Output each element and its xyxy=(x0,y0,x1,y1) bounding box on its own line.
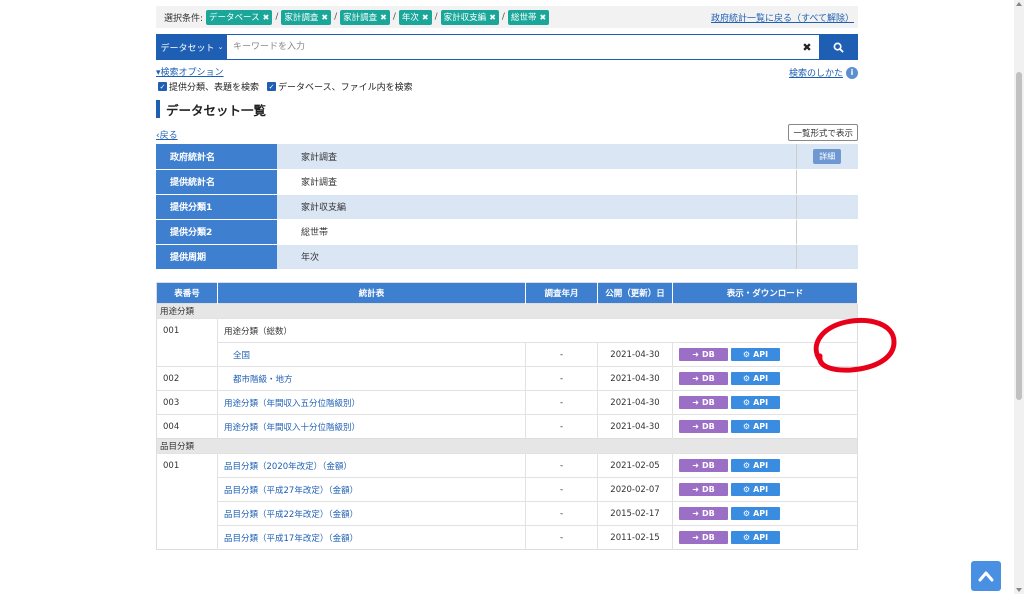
dataset-select[interactable]: データセット ⌄ xyxy=(157,35,227,59)
table-link[interactable]: 全国 xyxy=(233,351,250,361)
table-row: 品目分類（平成22年改定）（金額） - 2015-02-17 ➜ DB ⚙ API xyxy=(157,501,858,526)
db-button[interactable]: ➜ DB xyxy=(679,507,728,520)
arrow-right-icon: ➜ xyxy=(692,374,699,383)
gears-icon: ⚙ xyxy=(742,533,751,542)
table-link[interactable]: 品目分類（2020年改定）（金額） xyxy=(224,462,352,472)
db-button[interactable]: ➜ DB xyxy=(679,396,728,409)
close-icon[interactable]: ✖ xyxy=(489,13,496,22)
table-row: 品目分類（平成27年改定）（金額） - 2020-02-07 ➜ DB ⚙ API xyxy=(157,477,858,502)
info-row: 提供分類2 総世帯 xyxy=(156,219,858,245)
clear-icon[interactable]: ✖ xyxy=(795,35,819,59)
db-button[interactable]: ➜ DB xyxy=(679,348,728,361)
arrow-right-icon: ➜ xyxy=(692,350,699,359)
gears-icon: ⚙ xyxy=(742,422,751,431)
arrow-right-icon: ➜ xyxy=(692,461,699,470)
close-icon[interactable]: ✖ xyxy=(422,13,429,22)
api-button[interactable]: ⚙ API xyxy=(731,348,780,361)
gears-icon: ⚙ xyxy=(742,485,751,494)
info-icon: i xyxy=(846,66,858,79)
arrow-right-icon: ➜ xyxy=(692,422,699,431)
info-row: 政府統計名 家計調査 詳細 xyxy=(156,144,858,170)
arrow-right-icon: ➜ xyxy=(692,485,699,494)
how-to-search-link[interactable]: 検索のしかた i xyxy=(789,66,858,79)
page-title: データセット一覧 xyxy=(156,100,266,118)
checkbox-search-titles[interactable]: ✓ 提供分類、表題を検索 xyxy=(158,80,259,93)
filter-label: 選択条件: xyxy=(164,13,204,24)
table-header-row: 表番号 統計表 調査年月 公開（更新）日 表示・ダウンロード xyxy=(156,282,858,304)
group-row: 品目分類 xyxy=(156,438,858,454)
chevron-down-icon: ⌄ xyxy=(217,43,224,51)
filter-chip-survey-2[interactable]: 家計調査 ✖ xyxy=(340,9,390,25)
table-row: 全国 - 2021-04-30 ➜ DB ⚙ API xyxy=(157,342,858,367)
chevron-up-icon xyxy=(978,571,994,582)
table-link[interactable]: 品目分類（平成22年改定）（金額） xyxy=(224,510,358,520)
check-icon[interactable]: ✓ xyxy=(158,82,167,91)
scroll-up-arrow-icon[interactable] xyxy=(1016,2,1022,6)
api-button[interactable]: ⚙ API xyxy=(731,396,780,409)
gears-icon: ⚙ xyxy=(742,398,751,407)
gears-icon: ⚙ xyxy=(742,374,751,383)
gears-icon: ⚙ xyxy=(742,509,751,518)
detail-button[interactable]: 詳細 xyxy=(813,148,842,164)
back-link[interactable]: ‹戻る xyxy=(156,128,178,141)
api-button[interactable]: ⚙ API xyxy=(731,483,780,496)
back-to-top-button[interactable] xyxy=(971,561,1001,591)
scroll-thumb[interactable] xyxy=(1016,72,1022,400)
search-input[interactable] xyxy=(227,35,795,59)
table-link[interactable]: 用途分類（年間収入十分位階級別） xyxy=(224,423,360,433)
table-link[interactable]: 用途分類（年間収入五分位階級別） xyxy=(224,399,360,409)
arrow-right-icon: ➜ xyxy=(692,533,699,542)
api-button[interactable]: ⚙ API xyxy=(731,507,780,520)
filter-chip-annual[interactable]: 年次 ✖ xyxy=(398,9,432,25)
table-row: 品目分類（平成17年改定）（金額） - 2011-02-15 ➜ DB ⚙ API xyxy=(157,525,858,550)
db-button[interactable]: ➜ DB xyxy=(679,483,728,496)
checkbox-search-files[interactable]: ✓ データベース、ファイル内を検索 xyxy=(267,80,413,93)
arrow-right-icon: ➜ xyxy=(692,509,699,518)
survey-info-table: 政府統計名 家計調査 詳細 提供統計名 家計調査 提供分類1 家計収支編 提供分… xyxy=(156,144,858,270)
db-button[interactable]: ➜ DB xyxy=(679,372,728,385)
close-icon[interactable]: ✖ xyxy=(263,13,270,22)
filter-chip-survey-1[interactable]: 家計調査 ✖ xyxy=(281,9,332,25)
table-link[interactable]: 品目分類（平成27年改定）（金額） xyxy=(224,486,358,496)
table-row: 001 用途分類（総数） xyxy=(156,318,858,343)
db-button[interactable]: ➜ DB xyxy=(679,420,728,433)
filter-bar: 選択条件: データベース ✖ / 家計調査 ✖ / 家計調査 ✖ / 年次 ✖ / 家計… xyxy=(156,6,858,28)
gears-icon: ⚙ xyxy=(742,461,751,470)
reset-filters-link[interactable]: 政府統計一覧に戻る（すべて解除） xyxy=(711,11,854,24)
table-link[interactable]: 品目分類（平成17年改定）（金額） xyxy=(224,534,358,544)
db-button[interactable]: ➜ DB xyxy=(679,531,728,544)
table-row: 002 都市階級・地方 - 2021-04-30 ➜ DB ⚙ API xyxy=(156,366,858,391)
scroll-down-arrow-icon[interactable] xyxy=(1016,588,1022,592)
search-icon xyxy=(833,42,844,53)
filter-chip-database[interactable]: データベース ✖ xyxy=(206,9,273,25)
filter-chip-income-expenditure[interactable]: 家計収支編 ✖ xyxy=(440,9,499,25)
api-button[interactable]: ⚙ API xyxy=(731,420,780,433)
dataset-table: 表番号 統計表 調査年月 公開（更新）日 表示・ダウンロード 用途分類 001 … xyxy=(156,282,858,550)
table-row: 003 用途分類（年間収入五分位階級別） - 2021-04-30 ➜ DB ⚙ AP… xyxy=(156,390,858,415)
gears-icon: ⚙ xyxy=(742,350,751,359)
scrollbar[interactable] xyxy=(1014,0,1024,594)
arrow-right-icon: ➜ xyxy=(692,398,699,407)
close-icon[interactable]: ✖ xyxy=(321,13,328,22)
search-options-link[interactable]: ▾検索オプション xyxy=(156,65,224,78)
info-row: 提供統計名 家計調査 xyxy=(156,169,858,195)
table-row: 004 用途分類（年間収入十分位階級別） - 2021-04-30 ➜ DB ⚙ AP… xyxy=(156,414,858,439)
close-icon[interactable]: ✖ xyxy=(380,13,387,22)
group-row: 用途分類 xyxy=(156,303,858,319)
info-row: 提供周期 年次 xyxy=(156,244,858,270)
db-button[interactable]: ➜ DB xyxy=(679,459,728,472)
api-button[interactable]: ⚙ API xyxy=(731,459,780,472)
list-view-button[interactable]: 一覧形式で表示 xyxy=(788,124,858,141)
api-button[interactable]: ⚙ API xyxy=(731,531,780,544)
search-checkboxes: ✓ 提供分類、表題を検索 ✓ データベース、ファイル内を検索 xyxy=(158,80,413,93)
info-row: 提供分類1 家計収支編 xyxy=(156,194,858,220)
api-button[interactable]: ⚙ API xyxy=(731,372,780,385)
filter-chip-all-households[interactable]: 総世帯 ✖ xyxy=(507,9,550,25)
table-row: 001 品目分類（2020年改定）（金額） - 2021-02-05 ➜ DB ⚙ A… xyxy=(156,453,858,478)
table-link[interactable]: 都市階級・地方 xyxy=(233,375,293,385)
search-button[interactable] xyxy=(819,35,857,59)
close-icon[interactable]: ✖ xyxy=(539,13,546,22)
check-icon[interactable]: ✓ xyxy=(267,82,277,91)
search-bar: データセット ⌄ ✖ xyxy=(156,34,858,60)
